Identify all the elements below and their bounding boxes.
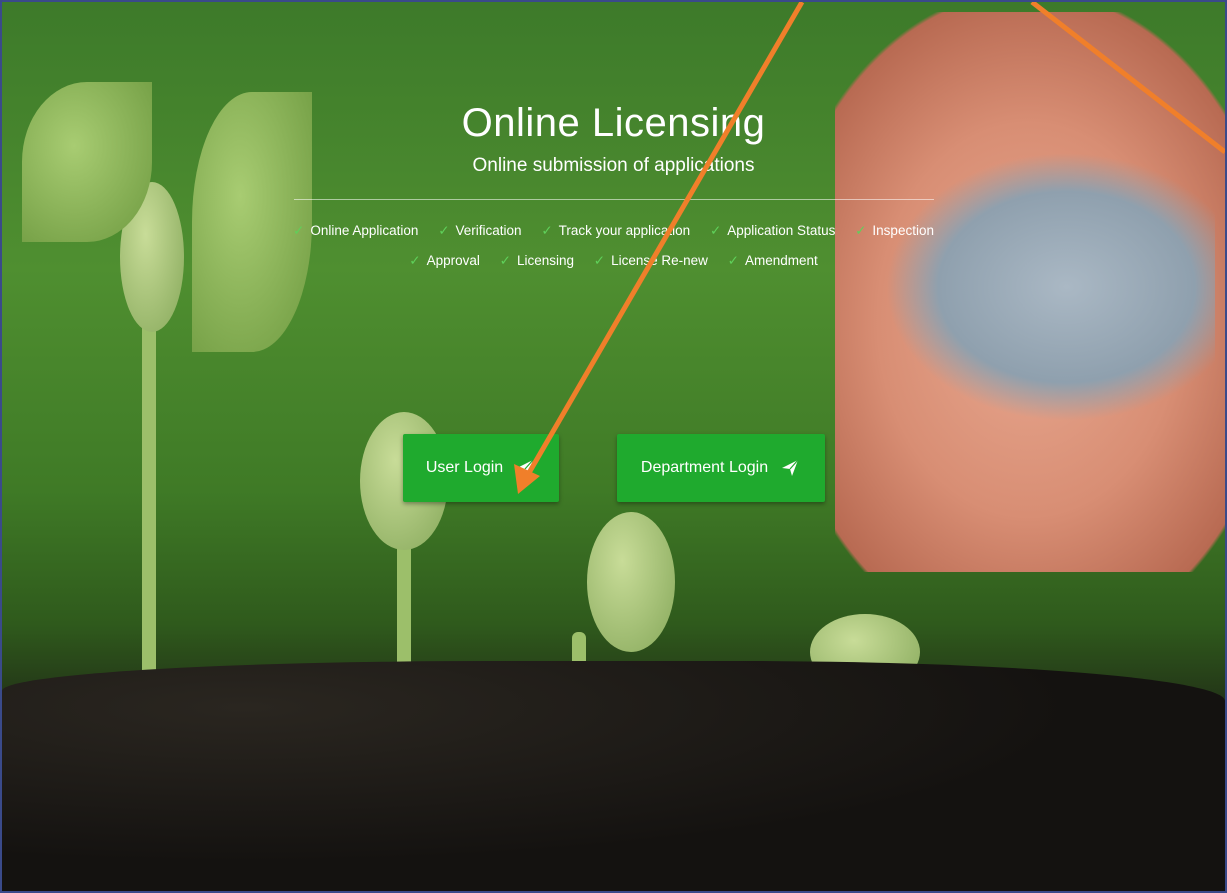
seedling-pod-3 xyxy=(587,512,675,652)
checkmark-icon: ✓ xyxy=(293,223,305,238)
feature-item: ✓ Amendment xyxy=(727,253,818,268)
feature-item: ✓ Track your application xyxy=(541,223,691,238)
feature-item: ✓ Inspection xyxy=(855,223,934,238)
page-title: Online Licensing xyxy=(461,101,766,145)
feature-list: ✓ Online Application ✓ Verification ✓ Track… xyxy=(284,216,944,276)
checkmark-icon: ✓ xyxy=(409,253,421,268)
feature-item: ✓ Verification xyxy=(438,223,522,238)
feature-item: ✓ Online Application xyxy=(293,223,419,238)
feature-item: ✓ Application Status xyxy=(709,223,836,238)
checkmark-icon: ✓ xyxy=(727,253,739,268)
user-login-label: User Login xyxy=(425,459,504,476)
hero-section: Online Licensing Online submission of ap… xyxy=(2,97,1225,276)
paper-plane-icon xyxy=(517,459,534,476)
checkmark-icon: ✓ xyxy=(593,253,606,268)
department-login-label: Department Login xyxy=(640,459,769,476)
checkmark-icon: ✓ xyxy=(709,223,722,238)
feature-item: ✓ Approval xyxy=(409,253,480,268)
feature-item: ✓ License Re-new xyxy=(593,253,708,268)
divider xyxy=(293,199,934,200)
feature-item: ✓ Licensing xyxy=(499,253,574,268)
paper-plane-icon xyxy=(782,459,799,476)
login-buttons: User Login Department Login xyxy=(2,434,1225,502)
checkmark-icon: ✓ xyxy=(438,223,450,238)
department-login-button[interactable]: Department Login xyxy=(616,434,825,502)
checkmark-icon: ✓ xyxy=(855,223,867,238)
page-subtitle: Online submission of applications xyxy=(472,155,755,176)
checkmark-icon: ✓ xyxy=(499,253,511,268)
soil-ground xyxy=(2,661,1225,891)
user-login-button[interactable]: User Login xyxy=(402,434,559,502)
checkmark-icon: ✓ xyxy=(541,223,553,238)
landing-page: Online Licensing Online submission of ap… xyxy=(0,0,1227,893)
